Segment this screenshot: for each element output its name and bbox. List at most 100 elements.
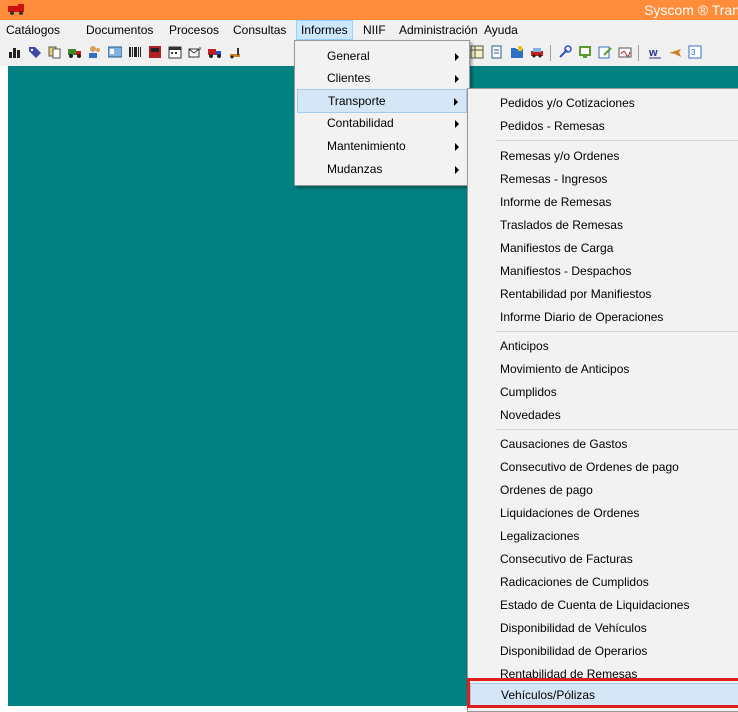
car-icon[interactable]	[530, 45, 544, 59]
menu-separator	[496, 429, 738, 430]
highlight-annotation-box	[467, 678, 738, 708]
informes-item-general[interactable]: General	[297, 45, 467, 67]
informes-item-contabilidad[interactable]: Contabilidad	[297, 112, 467, 134]
menu-item-label: Transporte	[328, 94, 386, 108]
menu-documentos[interactable]: Documentos	[82, 21, 157, 39]
menu-item-label: Remesas y/o Ordenes	[500, 149, 620, 163]
transporte-item[interactable]: Rentabilidad por Manifiestos	[470, 283, 738, 305]
menu-item-label: Manifiestos de Carga	[500, 241, 614, 255]
transporte-item[interactable]: Radicaciones de Cumplidos	[470, 571, 738, 593]
menu-item-label: Causaciones de Gastos	[500, 437, 628, 451]
envelope-icon[interactable]: x	[188, 45, 202, 59]
window-title: Syscom ® Tran	[644, 2, 738, 18]
truck-logo-icon	[8, 4, 24, 15]
informes-item-mantenimiento[interactable]: Mantenimiento	[297, 135, 467, 157]
transporte-item[interactable]: Movimiento de Anticipos	[470, 358, 738, 380]
menu-catalogos[interactable]: Catálogos	[2, 21, 64, 39]
menu-item-label: Traslados de Remesas	[500, 218, 623, 232]
transporte-item[interactable]: Manifiestos de Carga	[470, 237, 738, 259]
transporte-item[interactable]: Causaciones de Gastos	[470, 433, 738, 455]
calc-icon[interactable]: 3	[688, 45, 702, 59]
toolbar-separator	[550, 45, 551, 61]
informes-item-mudanzas[interactable]: Mudanzas	[297, 158, 467, 180]
svg-text:3: 3	[691, 48, 696, 57]
w-icon[interactable]: w	[648, 45, 662, 59]
transporte-item[interactable]: Manifiestos - Despachos	[470, 260, 738, 282]
document-icon[interactable]	[490, 45, 504, 59]
svg-text:w: w	[648, 47, 658, 59]
submenu-arrow-icon	[455, 53, 459, 61]
menu-ayuda[interactable]: Ayuda	[480, 21, 522, 39]
menu-item-label: Clientes	[327, 71, 371, 85]
folder-icon[interactable]	[510, 45, 524, 59]
menu-item-label: Liquidaciones de Ordenes	[500, 506, 640, 520]
menu-item-label: Mudanzas	[327, 162, 383, 176]
transporte-item[interactable]: Remesas - Ingresos	[470, 168, 738, 190]
menu-item-label: Estado de Cuenta de Liquidaciones	[500, 598, 690, 612]
menu-item-label: Pedidos y/o Cotizaciones	[500, 96, 635, 110]
tools-icon[interactable]	[558, 45, 572, 59]
book-icon[interactable]	[148, 45, 162, 59]
note-icon[interactable]	[578, 45, 592, 59]
menu-procesos[interactable]: Procesos	[165, 21, 223, 39]
transporte-item[interactable]: Anticipos	[470, 335, 738, 357]
informes-item-clientes[interactable]: Clientes	[297, 67, 467, 89]
delivery-truck-icon[interactable]	[208, 45, 222, 59]
menu-item-label: Anticipos	[500, 339, 549, 353]
transporte-item[interactable]: Pedidos y/o Cotizaciones	[470, 92, 738, 114]
menu-item-label: Cumplidos	[500, 385, 557, 399]
tag-icon[interactable]	[28, 45, 42, 59]
submenu-arrow-icon	[455, 75, 459, 83]
menu-bar: Catálogos Documentos Procesos Consultas …	[0, 20, 738, 40]
menu-separator	[496, 140, 738, 141]
transporte-item[interactable]: Novedades	[470, 404, 738, 426]
menu-item-label: Disponibilidad de Vehículos	[500, 621, 647, 635]
transporte-item[interactable]: Informe Diario de Operaciones	[470, 306, 738, 328]
menu-item-label: Informe Diario de Operaciones	[500, 310, 664, 324]
menu-administracion[interactable]: Administración	[395, 21, 482, 39]
chart-icon[interactable]	[8, 45, 22, 59]
transporte-item[interactable]: Remesas y/o Ordenes	[470, 145, 738, 167]
transporte-item[interactable]: Cumplidos	[470, 381, 738, 403]
transporte-item[interactable]: Estado de Cuenta de Liquidaciones	[470, 594, 738, 616]
menu-item-label: General	[327, 49, 370, 63]
transporte-item[interactable]: Informe de Remesas	[470, 191, 738, 213]
transporte-item[interactable]: Legalizaciones	[470, 525, 738, 547]
transporte-submenu: Pedidos y/o Cotizaciones Pedidos - Remes…	[467, 88, 738, 712]
menu-niif[interactable]: NIIF	[359, 21, 390, 39]
cards-icon[interactable]	[48, 45, 62, 59]
menu-item-label: Movimiento de Anticipos	[500, 362, 630, 376]
people-icon[interactable]	[88, 45, 102, 59]
transporte-item[interactable]: Traslados de Remesas	[470, 214, 738, 236]
edit-icon[interactable]	[598, 45, 612, 59]
calendar-icon[interactable]	[168, 45, 182, 59]
truck-icon[interactable]	[68, 45, 82, 59]
informes-menu: General Clientes Transporte Contabilidad…	[294, 40, 470, 186]
menu-item-label: Radicaciones de Cumplidos	[500, 575, 649, 589]
barcode-icon[interactable]	[128, 45, 142, 59]
transporte-item[interactable]: Pedidos - Remesas	[470, 115, 738, 137]
submenu-arrow-icon	[454, 98, 458, 106]
svg-text:x: x	[199, 46, 202, 52]
plane-icon[interactable]	[668, 45, 682, 59]
transporte-item[interactable]: Consecutivo de Ordenes de pago	[470, 456, 738, 478]
transporte-item[interactable]: Ordenes de pago	[470, 479, 738, 501]
transporte-item[interactable]: Consecutivo de Facturas	[470, 548, 738, 570]
informes-item-transporte[interactable]: Transporte	[297, 89, 467, 113]
transporte-item[interactable]: Liquidaciones de Ordenes	[470, 502, 738, 524]
forklift-icon[interactable]	[228, 45, 242, 59]
menu-item-label: Consecutivo de Ordenes de pago	[500, 460, 679, 474]
submenu-arrow-icon	[455, 120, 459, 128]
toolbar-separator	[638, 45, 639, 61]
menu-consultas[interactable]: Consultas	[229, 21, 290, 39]
menu-item-label: Consecutivo de Facturas	[500, 552, 633, 566]
menu-separator	[496, 331, 738, 332]
submenu-arrow-icon	[455, 166, 459, 174]
menu-informes[interactable]: Informes	[296, 20, 353, 40]
id-card-icon[interactable]	[108, 45, 122, 59]
table-icon[interactable]	[470, 45, 484, 59]
transporte-item[interactable]: Disponibilidad de Vehículos	[470, 617, 738, 639]
transporte-item[interactable]: Disponibilidad de Operarios	[470, 640, 738, 662]
menu-item-label: Contabilidad	[327, 116, 394, 130]
signature-icon[interactable]	[618, 45, 632, 59]
